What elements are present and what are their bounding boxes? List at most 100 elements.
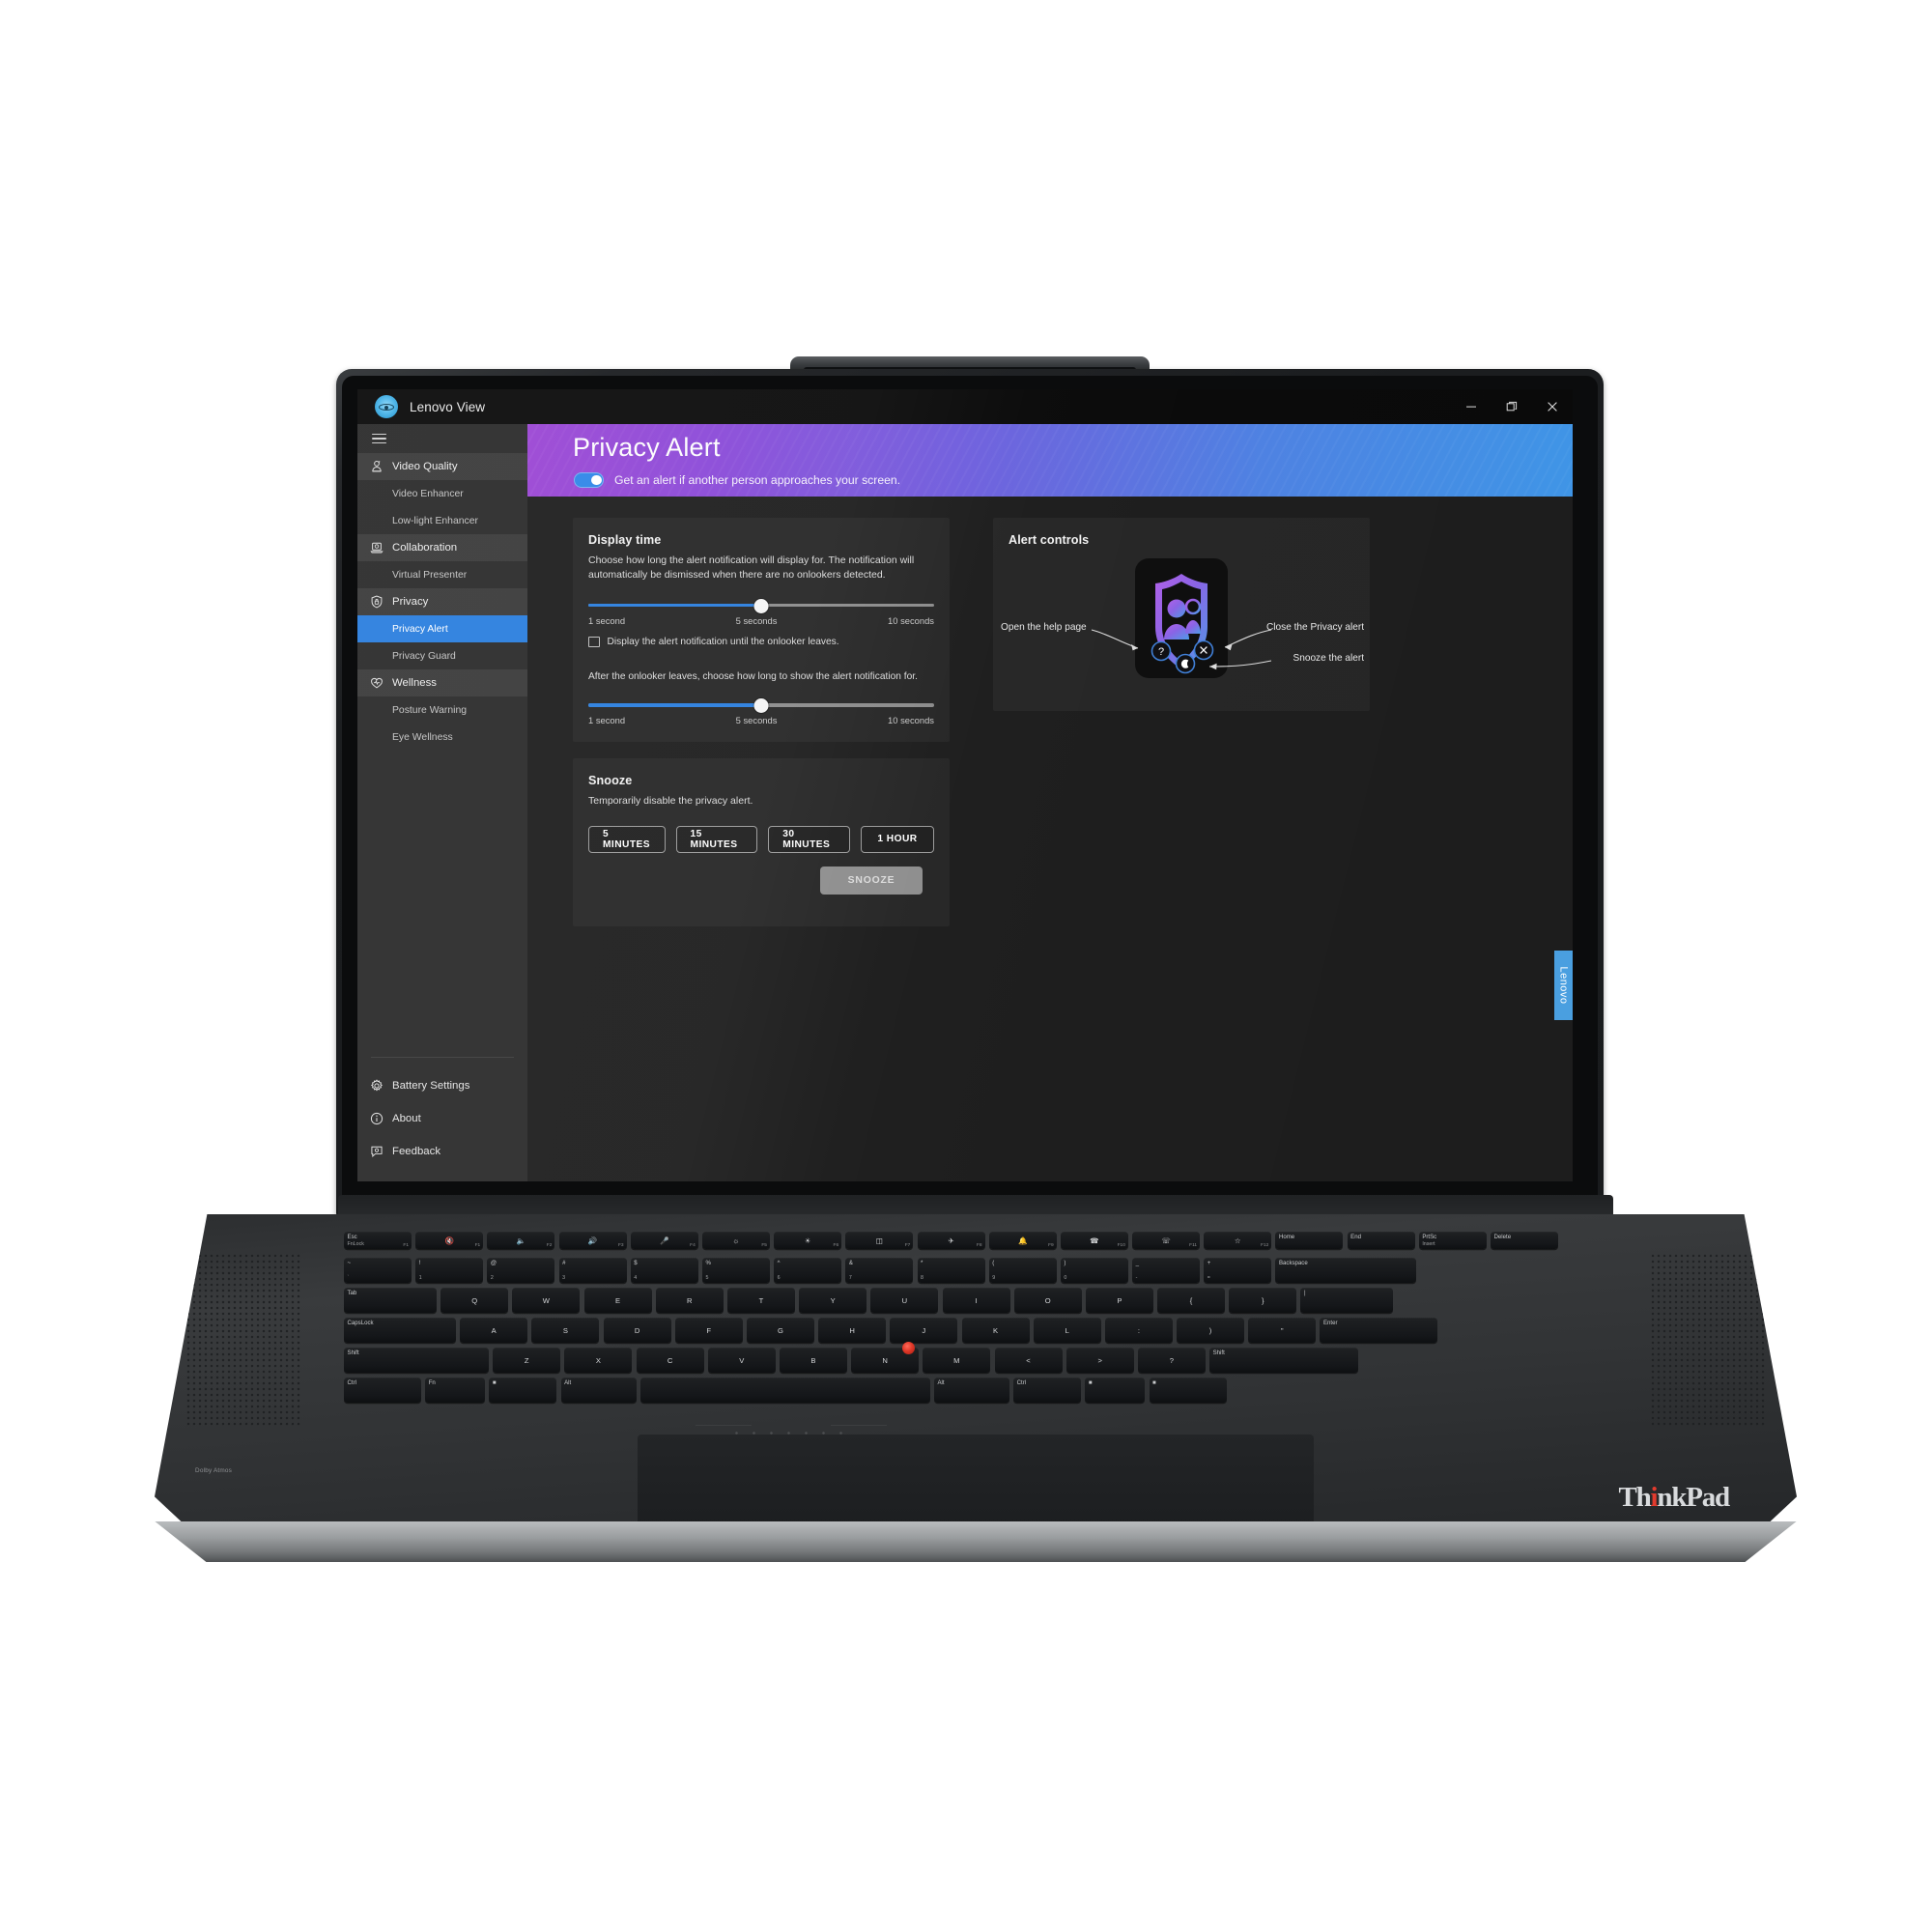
sidebar-item-privacy-guard[interactable]: Privacy Guard	[357, 642, 527, 669]
key-row-a-4[interactable]: F	[674, 1318, 743, 1343]
key-num-1[interactable]: ! 1	[415, 1258, 484, 1283]
key-row-a-13[interactable]: Enter	[1320, 1318, 1438, 1343]
key-fn-9[interactable]: 🔔 F9	[988, 1232, 1057, 1249]
key-num-0[interactable]: ~ `	[344, 1258, 412, 1283]
key-num-7[interactable]: & 7	[845, 1258, 914, 1283]
trackpoint-nub[interactable]	[902, 1342, 915, 1354]
key-num-8[interactable]: * 8	[917, 1258, 985, 1283]
key-row-a-0[interactable]: CapsLock	[344, 1318, 456, 1343]
sidebar-item-about[interactable]: About	[357, 1102, 527, 1135]
key-fn-16[interactable]: Delete	[1491, 1232, 1558, 1249]
key-fn-7[interactable]: ◫ F7	[845, 1232, 914, 1249]
key-row-z-0[interactable]: Shift	[344, 1348, 489, 1373]
sidebar-item-privacy[interactable]: Privacy	[357, 588, 527, 615]
sidebar-item-video-quality[interactable]: Video Quality	[357, 453, 527, 480]
key-row-a-5[interactable]: G	[746, 1318, 814, 1343]
key-num-12[interactable]: + =	[1204, 1258, 1272, 1283]
key-arrows[interactable]: ■	[1149, 1378, 1227, 1403]
key-ctrl-left[interactable]: Ctrl	[344, 1378, 421, 1403]
key-row-q-9[interactable]: O	[1013, 1288, 1082, 1313]
key-fn-2[interactable]: 🔈 F2	[487, 1232, 555, 1249]
sidebar-item-posture-warning[interactable]: Posture Warning	[357, 696, 527, 724]
slider-thumb[interactable]	[753, 598, 769, 613]
key-row-q-8[interactable]: I	[942, 1288, 1010, 1313]
sidebar-item-virtual-presenter[interactable]: Virtual Presenter	[357, 561, 527, 588]
sidebar-item-low-light-enhancer[interactable]: Low-light Enhancer	[357, 507, 527, 534]
key-row-a-12[interactable]: "	[1248, 1318, 1317, 1343]
key-row-q-5[interactable]: T	[726, 1288, 795, 1313]
key-row-a-1[interactable]: A	[460, 1318, 528, 1343]
key-windows[interactable]: ■	[489, 1378, 557, 1403]
onlooker-leaves-checkbox-row[interactable]: Display the alert notification until the…	[588, 636, 934, 648]
key-row-z-8[interactable]: <	[994, 1348, 1063, 1373]
key-row-q-11[interactable]: {	[1157, 1288, 1226, 1313]
key-fn-4[interactable]: 🎤 F4	[630, 1232, 698, 1249]
key-row-a-9[interactable]: L	[1033, 1318, 1101, 1343]
sidebar-item-feedback[interactable]: Feedback	[357, 1135, 527, 1168]
key-row-z-7[interactable]: M	[923, 1348, 991, 1373]
key-num-5[interactable]: % 5	[701, 1258, 770, 1283]
key-row-z-1[interactable]: Z	[493, 1348, 561, 1373]
slider-thumb[interactable]	[753, 698, 769, 714]
key-row-z-10[interactable]: ?	[1137, 1348, 1206, 1373]
key-fn-11[interactable]: ☏ F11	[1132, 1232, 1201, 1249]
display-time-slider-1[interactable]	[588, 598, 934, 613]
key-ctrl-right[interactable]: Ctrl	[1013, 1378, 1082, 1403]
key-fn-1[interactable]: 🔇 F1	[415, 1232, 484, 1249]
key-row-q-12[interactable]: }	[1229, 1288, 1297, 1313]
key-row-z-5[interactable]: B	[779, 1348, 847, 1373]
snooze-option-30-minutes[interactable]: 30 MINUTES	[768, 825, 850, 853]
key-fingerprint[interactable]: ■	[1085, 1378, 1146, 1403]
key-row-q-3[interactable]: E	[583, 1288, 652, 1313]
privacy-alert-toggle[interactable]	[574, 472, 604, 488]
snooze-option-5-minutes[interactable]: 5 MINUTES	[588, 825, 666, 853]
key-fn-3[interactable]: 🔊 F3	[558, 1232, 627, 1249]
sidebar-item-privacy-alert[interactable]: Privacy Alert	[357, 615, 527, 642]
key-row-q-4[interactable]: R	[655, 1288, 724, 1313]
key-row-q-2[interactable]: W	[512, 1288, 581, 1313]
key-fn-5[interactable]: ☼ F5	[701, 1232, 770, 1249]
key-row-a-7[interactable]: J	[890, 1318, 958, 1343]
key-alt-right[interactable]: Alt	[933, 1378, 1009, 1403]
key-row-z-11[interactable]: Shift	[1209, 1348, 1359, 1373]
key-row-a-3[interactable]: D	[603, 1318, 671, 1343]
key-row-q-1[interactable]: Q	[440, 1288, 509, 1313]
sidebar-item-eye-wellness[interactable]: Eye Wellness	[357, 724, 527, 751]
key-alt-left[interactable]: Alt	[560, 1378, 637, 1403]
key-num-10[interactable]: ) 0	[1060, 1258, 1128, 1283]
key-num-9[interactable]: (9	[988, 1258, 1057, 1283]
key-fn-10[interactable]: ☎ F10	[1060, 1232, 1128, 1249]
key-row-a-11[interactable]: )	[1177, 1318, 1245, 1343]
key-row-q-6[interactable]: Y	[799, 1288, 867, 1313]
key-row-a-10[interactable]: :	[1104, 1318, 1173, 1343]
key-row-q-10[interactable]: P	[1085, 1288, 1153, 1313]
key-num-6[interactable]: ^ 6	[774, 1258, 842, 1283]
key-fn-0[interactable]: Esc FnLock F1	[344, 1232, 412, 1249]
key-num-2[interactable]: @2	[487, 1258, 555, 1283]
key-fn-12[interactable]: ☆ F12	[1204, 1232, 1272, 1249]
minimize-icon[interactable]	[1451, 389, 1492, 424]
sidebar-item-video-enhancer[interactable]: Video Enhancer	[357, 480, 527, 507]
key-row-a-6[interactable]: H	[818, 1318, 887, 1343]
hamburger-menu-icon[interactable]	[357, 424, 527, 453]
key-fn-8[interactable]: ✈ F8	[917, 1232, 985, 1249]
key-num-4[interactable]: $4	[630, 1258, 698, 1283]
sidebar-item-wellness[interactable]: Wellness	[357, 669, 527, 696]
key-space[interactable]	[639, 1378, 930, 1403]
key-row-z-3[interactable]: C	[636, 1348, 704, 1373]
key-row-z-9[interactable]: >	[1065, 1348, 1134, 1373]
key-num-13[interactable]: Backspace	[1275, 1258, 1417, 1283]
key-fn-13[interactable]: Home	[1275, 1232, 1344, 1249]
key-row-q-0[interactable]: Tab	[344, 1288, 437, 1313]
key-num-3[interactable]: #3	[558, 1258, 627, 1283]
key-row-a-8[interactable]: K	[961, 1318, 1030, 1343]
key-fn-6[interactable]: ☀ F6	[774, 1232, 842, 1249]
touchpad[interactable]	[638, 1435, 1314, 1529]
key-row-z-2[interactable]: X	[564, 1348, 633, 1373]
key-row-q-7[interactable]: U	[870, 1288, 939, 1313]
close-icon[interactable]	[1532, 389, 1573, 424]
sidebar-item-battery-settings[interactable]: Battery Settings	[357, 1069, 527, 1102]
key-fn-15[interactable]: PrtSc Insert	[1418, 1232, 1487, 1249]
key-row-z-4[interactable]: V	[707, 1348, 776, 1373]
key-num-11[interactable]: _ -	[1132, 1258, 1201, 1283]
